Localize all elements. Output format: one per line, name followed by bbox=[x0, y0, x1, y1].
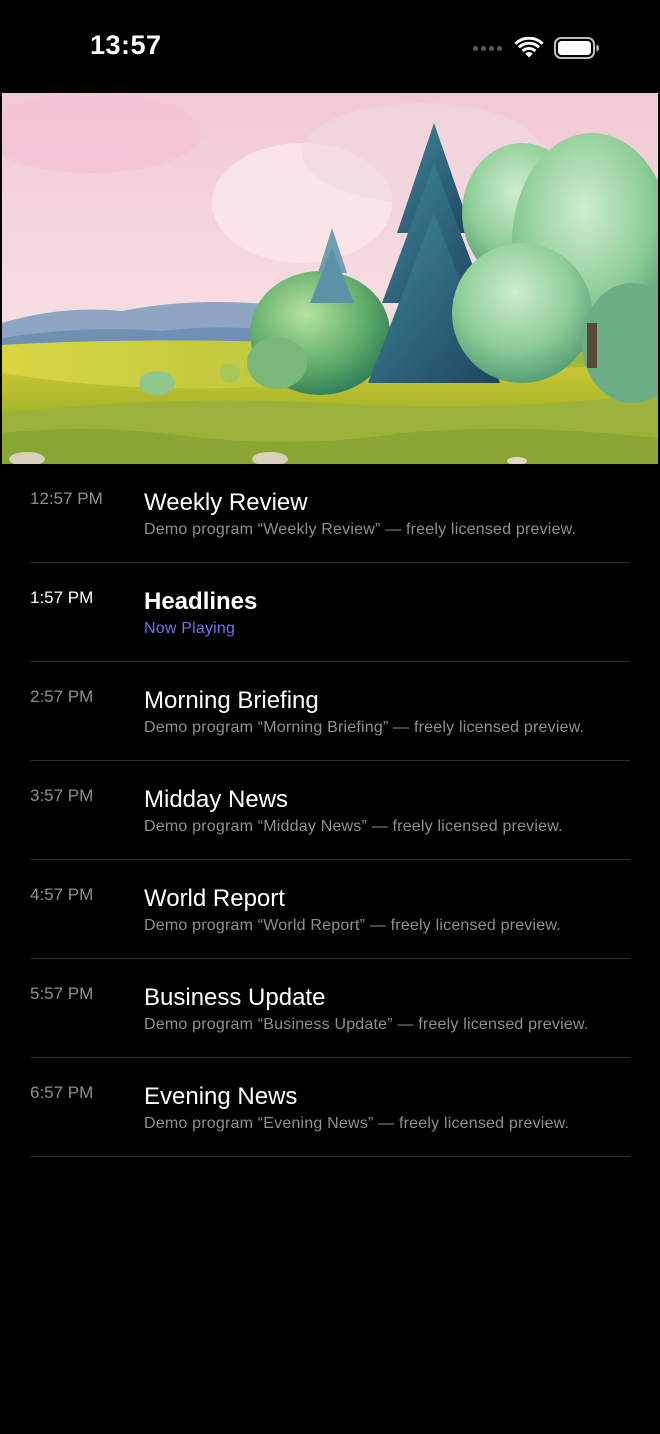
program-description: Demo program “Business Update” — freely … bbox=[144, 1016, 589, 1033]
video-frame bbox=[2, 93, 658, 464]
program-row[interactable]: 5:57 PM Business Update Demo program “Bu… bbox=[30, 959, 630, 1058]
program-title: Morning Briefing bbox=[144, 687, 319, 714]
status-time: 13:57 bbox=[90, 30, 162, 60]
program-description: Demo program “Weekly Review” — freely li… bbox=[144, 521, 577, 538]
program-row[interactable]: 2:57 PM Morning Briefing Demo program “M… bbox=[30, 662, 630, 761]
program-title: Midday News bbox=[144, 786, 289, 813]
program-description: Demo program “Evening News” — freely lic… bbox=[144, 1115, 570, 1132]
program-title: Weekly Review bbox=[144, 489, 308, 516]
program-time: 5:57 PM bbox=[30, 984, 94, 1003]
cellular-signal-icon bbox=[473, 45, 502, 51]
program-guide-list: 12:57 PM Weekly Review Demo program “Wee… bbox=[30, 464, 630, 1157]
video-player[interactable] bbox=[2, 93, 658, 464]
program-title: Evening News bbox=[144, 1083, 298, 1110]
program-row[interactable]: 6:57 PM Evening News Demo program “Eveni… bbox=[30, 1058, 630, 1157]
program-time: 4:57 PM bbox=[30, 885, 94, 904]
program-time: 12:57 PM bbox=[30, 489, 103, 508]
program-description: Demo program “World Report” — freely lic… bbox=[144, 917, 561, 934]
program-title: World Report bbox=[144, 885, 285, 912]
program-time: 6:57 PM bbox=[30, 1083, 94, 1102]
program-time: 1:57 PM bbox=[30, 588, 94, 607]
program-row[interactable]: 12:57 PM Weekly Review Demo program “Wee… bbox=[30, 464, 630, 563]
now-playing-label: Now Playing bbox=[144, 620, 236, 637]
wifi-icon bbox=[514, 37, 544, 58]
program-row-now-playing[interactable]: 1:57 PM Headlines Now Playing bbox=[30, 563, 630, 662]
program-row[interactable]: 4:57 PM World Report Demo program “World… bbox=[30, 860, 630, 959]
status-icons bbox=[473, 34, 600, 62]
program-title: Business Update bbox=[144, 984, 326, 1011]
program-description: Demo program “Morning Briefing” — freely… bbox=[144, 719, 585, 736]
program-title: Headlines bbox=[144, 588, 258, 615]
program-time: 2:57 PM bbox=[30, 687, 94, 706]
program-description: Demo program “Midday News” — freely lice… bbox=[144, 818, 563, 835]
program-row[interactable]: 3:57 PM Midday News Demo program “Midday… bbox=[30, 761, 630, 860]
battery-icon bbox=[554, 37, 599, 59]
program-time: 3:57 PM bbox=[30, 786, 94, 805]
status-bar: 13:57 bbox=[0, 0, 660, 93]
